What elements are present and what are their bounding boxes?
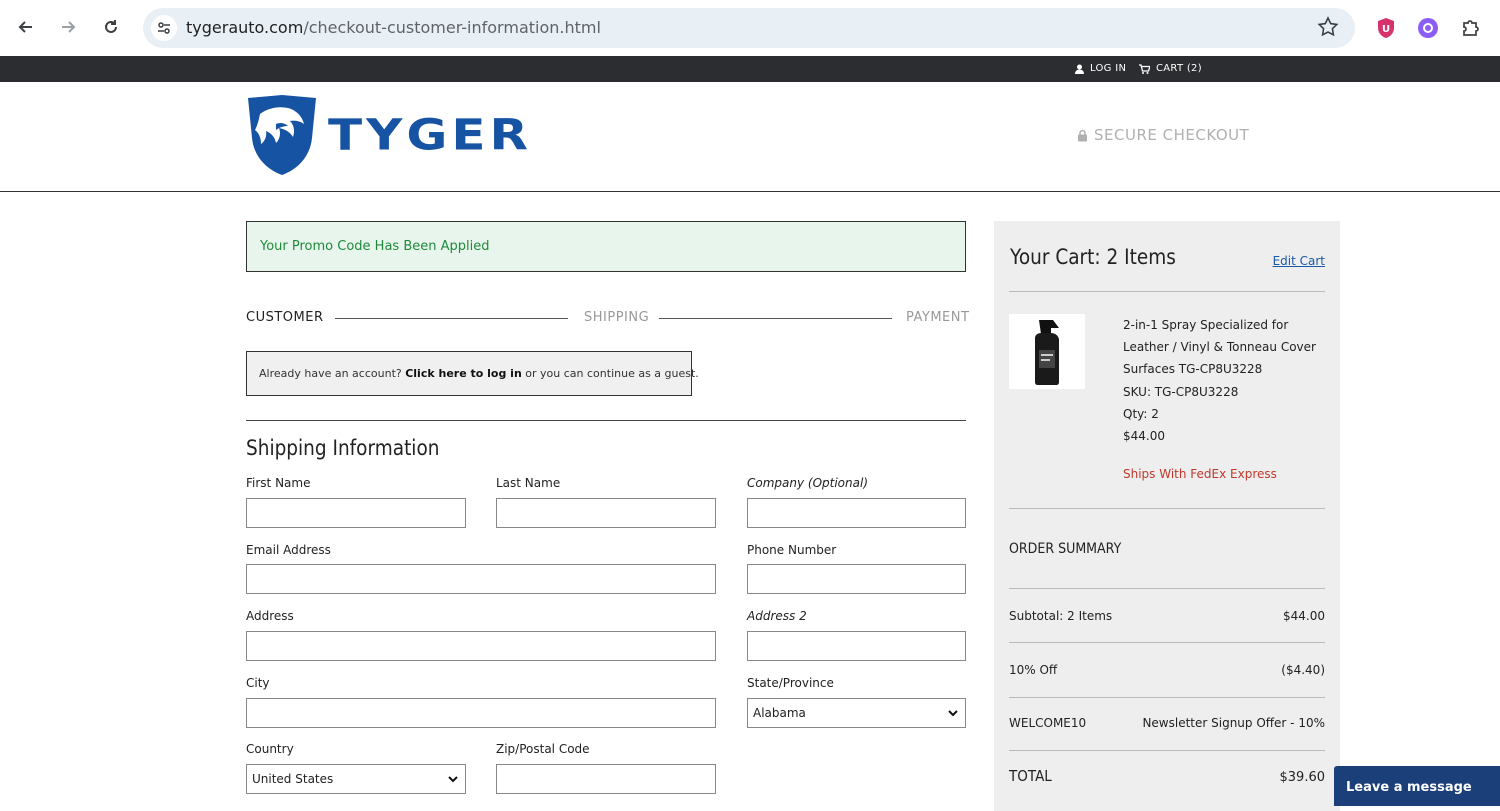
chevron-down-icon: [948, 710, 958, 717]
product-name-line: 2-in-1 Spray Specialized for: [1123, 318, 1289, 332]
address2-input[interactable]: [747, 631, 966, 661]
phone-input[interactable]: [747, 564, 966, 594]
cart-divider: [1009, 642, 1325, 643]
logo-wordmark: TYGER: [328, 110, 533, 160]
checkout-steps: CUSTOMER SHIPPING PAYMENT: [246, 309, 970, 329]
company-label: Company (Optional): [747, 476, 869, 490]
url-text: tygerauto.com/checkout-customer-informat…: [186, 18, 601, 37]
secure-checkout-text: SECURE CHECKOUT: [1094, 126, 1250, 144]
click-to-login-link[interactable]: Click here to log in: [405, 367, 522, 380]
user-icon: [1075, 64, 1084, 74]
section-divider: [246, 420, 966, 421]
state-selected-value: Alabama: [753, 706, 806, 720]
product-qty: Qty: 2: [1123, 407, 1159, 421]
city-label: City: [246, 676, 270, 690]
cart-divider: [1009, 508, 1325, 509]
address-input[interactable]: [246, 631, 716, 661]
country-selected-value: United States: [252, 772, 334, 786]
login-prompt-prefix: Already have an account?: [259, 367, 402, 380]
address-label: Address: [246, 609, 294, 623]
last-name-label: Last Name: [496, 476, 561, 490]
forward-arrow-icon[interactable]: [53, 12, 83, 42]
back-arrow-icon[interactable]: [11, 12, 41, 42]
first-name-label: First Name: [246, 476, 311, 490]
chat-label: Leave a message: [1346, 780, 1472, 795]
url-path: /checkout-customer-information.html: [303, 18, 601, 37]
total-value: $39.60: [1279, 770, 1326, 785]
step-divider: [659, 318, 892, 319]
company-input[interactable]: [747, 498, 966, 528]
circle-extension-icon[interactable]: [1416, 16, 1440, 40]
cart-title: Your Cart: 2 Items: [1010, 245, 1176, 269]
promo-message: Your Promo Code Has Been Applied: [260, 239, 490, 254]
cart-divider: [1009, 588, 1325, 589]
address2-label: Address 2: [747, 609, 807, 623]
email-input[interactable]: [246, 564, 716, 594]
site-settings-icon[interactable]: [151, 15, 177, 41]
email-label: Email Address: [246, 543, 331, 557]
cart-summary-panel: Your Cart: 2 Items Edit Cart 2-in-1 Spra…: [994, 221, 1340, 811]
country-label: Country: [246, 742, 294, 756]
product-sku: SKU: TG-CP8U3228: [1123, 385, 1239, 399]
total-label: TOTAL: [1009, 767, 1052, 785]
reload-icon[interactable]: [96, 12, 126, 42]
phone-label: Phone Number: [747, 543, 837, 557]
account-login-prompt: Already have an account? Click here to l…: [246, 351, 699, 396]
tiger-shield-icon: [248, 95, 316, 175]
coupon-description: Newsletter Signup Offer - 10%: [1142, 716, 1325, 730]
puzzle-extensions-icon[interactable]: [1459, 16, 1483, 40]
browser-toolbar: tygerauto.com/checkout-customer-informat…: [0, 0, 1500, 56]
cart-divider: [1009, 697, 1325, 698]
subtotal-value: $44.00: [1283, 609, 1325, 623]
product-price: $44.00: [1123, 429, 1165, 443]
shipping-method-note: Ships With FedEx Express: [1123, 467, 1277, 481]
utility-bar: LOG IN CART (2): [0, 56, 1500, 82]
country-select[interactable]: United States: [246, 764, 466, 794]
coupon-code: WELCOME10: [1009, 716, 1087, 730]
discount-value: ($4.40): [1281, 663, 1325, 677]
step-payment: PAYMENT: [906, 310, 970, 325]
cart-icon: [1139, 63, 1150, 74]
url-domain: tygerauto.com: [186, 18, 304, 37]
promo-applied-alert: Your Promo Code Has Been Applied: [246, 221, 966, 272]
step-customer: CUSTOMER: [246, 310, 324, 325]
login-link[interactable]: LOG IN: [1075, 63, 1126, 74]
shield-extension-icon[interactable]: U: [1374, 16, 1398, 40]
spray-bottle-image: [1035, 319, 1059, 385]
product-name-line: Surfaces TG-CP8U3228: [1123, 362, 1263, 376]
login-prompt-suffix: or you can continue as a guest.: [525, 367, 699, 380]
cart-link[interactable]: CART (2): [1139, 63, 1202, 74]
state-select[interactable]: Alabama: [747, 698, 966, 728]
cart-divider: [1009, 291, 1325, 292]
zip-input[interactable]: [496, 764, 716, 794]
chevron-down-icon: [448, 776, 458, 783]
address-bar[interactable]: tygerauto.com/checkout-customer-informat…: [143, 8, 1355, 48]
discount-label: 10% Off: [1009, 663, 1058, 677]
bookmark-star-icon[interactable]: [1317, 16, 1339, 42]
step-shipping: SHIPPING: [584, 310, 650, 325]
site-header: TYGER SECURE CHECKOUT: [0, 82, 1500, 192]
step-divider: [335, 318, 568, 319]
leave-message-chat-button[interactable]: Leave a message: [1334, 766, 1500, 806]
subtotal-label: Subtotal: 2 Items: [1009, 609, 1113, 623]
edit-cart-link[interactable]: Edit Cart: [1273, 254, 1325, 268]
product-thumbnail[interactable]: [1009, 314, 1085, 389]
first-name-input[interactable]: [246, 498, 466, 528]
lock-icon: [1078, 129, 1087, 141]
zip-label: Zip/Postal Code: [496, 742, 590, 756]
last-name-input[interactable]: [496, 498, 716, 528]
svg-text:U: U: [1382, 24, 1390, 35]
product-name-line: Leather / Vinyl & Tonneau Cover: [1123, 340, 1316, 354]
secure-checkout-label: SECURE CHECKOUT: [1077, 126, 1249, 144]
city-input[interactable]: [246, 698, 716, 728]
order-summary-title: ORDER SUMMARY: [1009, 541, 1122, 557]
login-label: LOG IN: [1090, 63, 1127, 74]
cart-divider: [1009, 750, 1325, 751]
state-label: State/Province: [747, 676, 834, 690]
tyger-logo[interactable]: TYGER: [246, 94, 532, 176]
cart-label: CART (2): [1156, 63, 1202, 74]
shipping-information-title: Shipping Information: [246, 436, 440, 460]
